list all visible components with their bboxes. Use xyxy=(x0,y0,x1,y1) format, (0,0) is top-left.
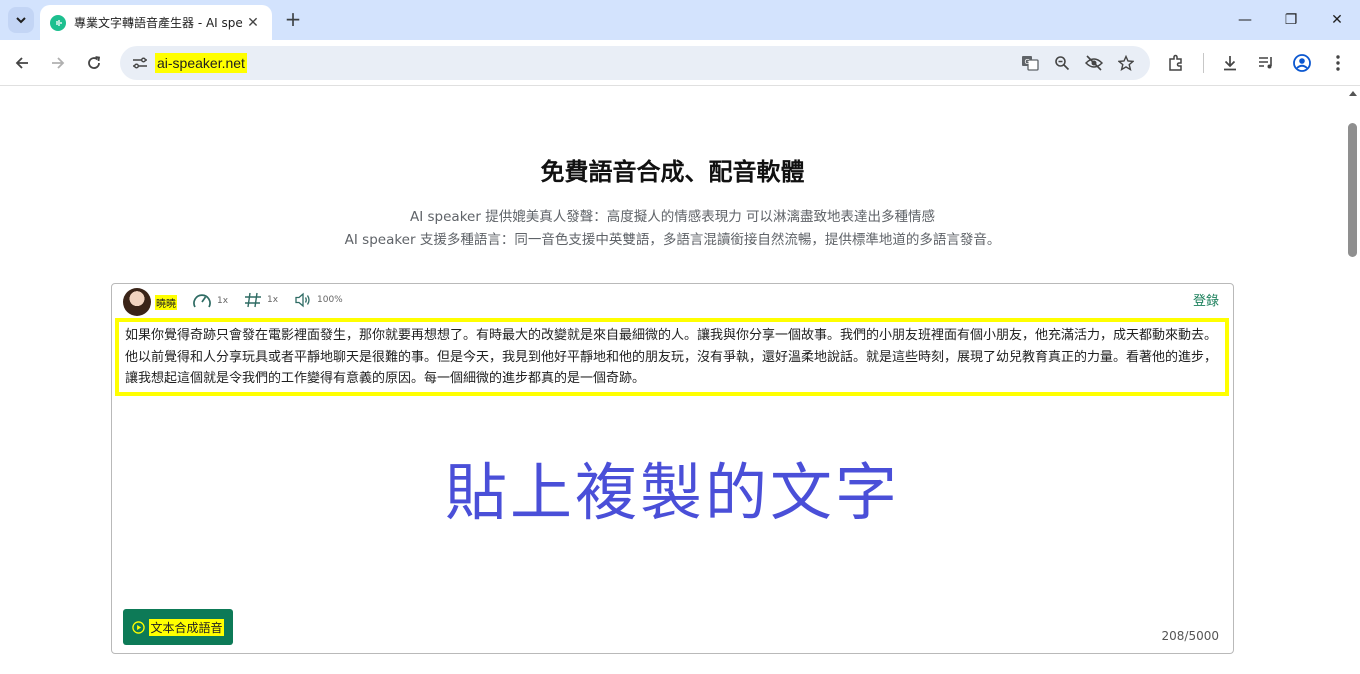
back-button[interactable] xyxy=(9,50,35,76)
text-input-area[interactable]: 如果你覺得奇跡只會發在電影裡面發生，那你就要再想想了。有時最大的改變就是來自最細… xyxy=(115,318,1229,396)
voice-avatar[interactable] xyxy=(123,288,151,316)
scroll-up-arrow-icon[interactable] xyxy=(1349,91,1357,96)
tab-strip: 專業文字轉語音產生器 - AI spe ✕ + — ❐ ✕ xyxy=(0,0,1360,40)
site-info-button[interactable] xyxy=(128,52,152,74)
speedometer-icon xyxy=(193,294,211,308)
browser-toolbar: ai-speaker.net G xyxy=(0,40,1360,86)
description-line-1: AI speaker 提供媲美真人發聲：高度擬人的情感表現力 可以淋漓盡致地表達… xyxy=(410,209,935,225)
new-tab-button[interactable]: + xyxy=(282,8,304,30)
more-menu-icon[interactable] xyxy=(1326,51,1350,75)
voice-name[interactable]: 曉曉 xyxy=(155,295,177,310)
extensions-icon[interactable] xyxy=(1164,51,1188,75)
reload-icon xyxy=(88,56,101,69)
play-circle-icon xyxy=(132,620,146,634)
active-tab[interactable]: 專業文字轉語音產生器 - AI spe ✕ xyxy=(40,5,272,40)
description-line-2: AI speaker 支援多種語言：同一音色支援中英雙語，多語言混讀銜接自然流暢… xyxy=(344,232,1001,248)
hash-icon xyxy=(245,292,261,308)
volume-control[interactable]: 100% xyxy=(294,292,343,308)
restore-button[interactable]: ❐ xyxy=(1279,8,1303,32)
toolbar-separator xyxy=(1203,53,1204,73)
site-favicon-icon xyxy=(50,14,66,31)
zoom-icon[interactable] xyxy=(1052,53,1072,73)
login-link[interactable]: 登錄 xyxy=(1193,290,1219,309)
volume-value: 100% xyxy=(317,295,343,305)
bookmark-star-icon[interactable] xyxy=(1116,53,1136,73)
paste-text-annotation: 貼上複製的文字 xyxy=(444,456,900,529)
url-text[interactable]: ai-speaker.net xyxy=(155,53,247,73)
synthesize-button-label: 文本合成語音 xyxy=(149,618,224,636)
minimize-button[interactable]: — xyxy=(1233,8,1257,32)
address-bar[interactable]: ai-speaker.net G xyxy=(120,46,1150,80)
download-icon[interactable] xyxy=(1218,51,1242,75)
arrow-right-icon xyxy=(52,57,65,69)
pitch-value: 1x xyxy=(267,295,279,305)
volume-icon xyxy=(295,292,310,308)
page-title: 免費語音合成、配音軟體 xyxy=(540,158,805,186)
translate-icon[interactable]: G xyxy=(1020,53,1040,73)
arrow-left-icon xyxy=(15,57,28,69)
media-control-icon[interactable] xyxy=(1254,51,1278,75)
character-count: 208/5000 xyxy=(1161,629,1220,643)
eye-off-icon[interactable] xyxy=(1084,53,1104,73)
profile-icon[interactable] xyxy=(1290,51,1314,75)
page-scrollbar[interactable] xyxy=(1345,87,1360,674)
speed-control[interactable]: 1x xyxy=(192,292,228,310)
tune-icon xyxy=(133,57,147,69)
svg-text:G: G xyxy=(1025,58,1030,66)
pitch-control[interactable]: 1x xyxy=(244,292,278,308)
tab-search-button[interactable] xyxy=(8,7,34,33)
synthesize-button[interactable]: 文本合成語音 xyxy=(123,609,233,645)
reload-button[interactable] xyxy=(81,50,107,76)
chevron-down-icon xyxy=(16,17,26,24)
tts-editor: 曉曉 1x 1x 100% 登錄 如果你覺得奇跡只會發在電影裡面發生，那你就要再… xyxy=(111,283,1234,654)
tab-title: 專業文字轉語音產生器 - AI spe xyxy=(74,16,243,30)
close-window-button[interactable]: ✕ xyxy=(1325,8,1349,32)
forward-button[interactable] xyxy=(45,50,71,76)
tab-close-icon[interactable]: ✕ xyxy=(244,15,262,31)
speed-value: 1x xyxy=(217,296,229,306)
scroll-thumb[interactable] xyxy=(1348,123,1357,257)
